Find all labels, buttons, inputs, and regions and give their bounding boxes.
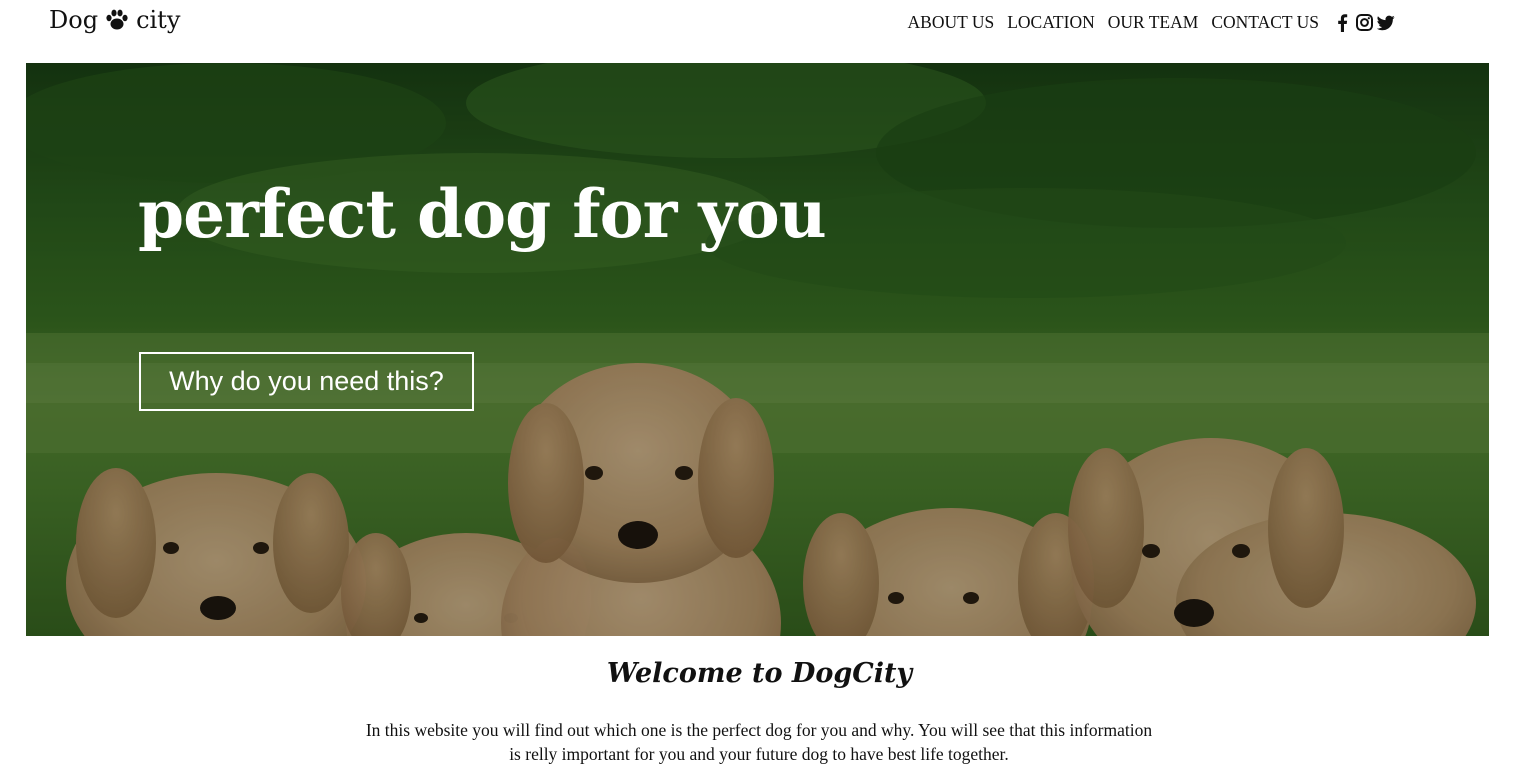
- instagram-icon[interactable]: [1355, 14, 1373, 32]
- nav-about-us[interactable]: ABOUT US: [908, 12, 995, 33]
- social-links: [1333, 13, 1395, 32]
- main-nav: ABOUT US LOCATION OUR TEAM CONTACT US: [908, 12, 1395, 33]
- nav-contact-us[interactable]: CONTACT US: [1211, 12, 1319, 33]
- hero-banner: perfect dog for you Why do you need this…: [26, 63, 1489, 636]
- hero-overlay: [26, 63, 1489, 636]
- paw-icon: [106, 9, 128, 30]
- nav-our-team[interactable]: OUR TEAM: [1108, 12, 1199, 33]
- facebook-icon[interactable]: [1333, 13, 1351, 32]
- welcome-title: Welcome to DogCity: [606, 658, 913, 689]
- nav-location[interactable]: LOCATION: [1007, 12, 1095, 33]
- brand-text-city: city: [136, 6, 181, 34]
- why-need-this-button[interactable]: Why do you need this?: [139, 352, 474, 411]
- welcome-text: In this website you will find out which …: [365, 720, 1153, 764]
- navbar: Dog city ABOUT US LOCATION OUR TEAM CONT…: [0, 0, 1519, 48]
- hero-title: perfect dog for you: [138, 175, 827, 253]
- brand-logo[interactable]: Dog city: [49, 6, 180, 34]
- brand-text-dog: Dog: [49, 6, 99, 34]
- twitter-icon[interactable]: [1377, 14, 1395, 32]
